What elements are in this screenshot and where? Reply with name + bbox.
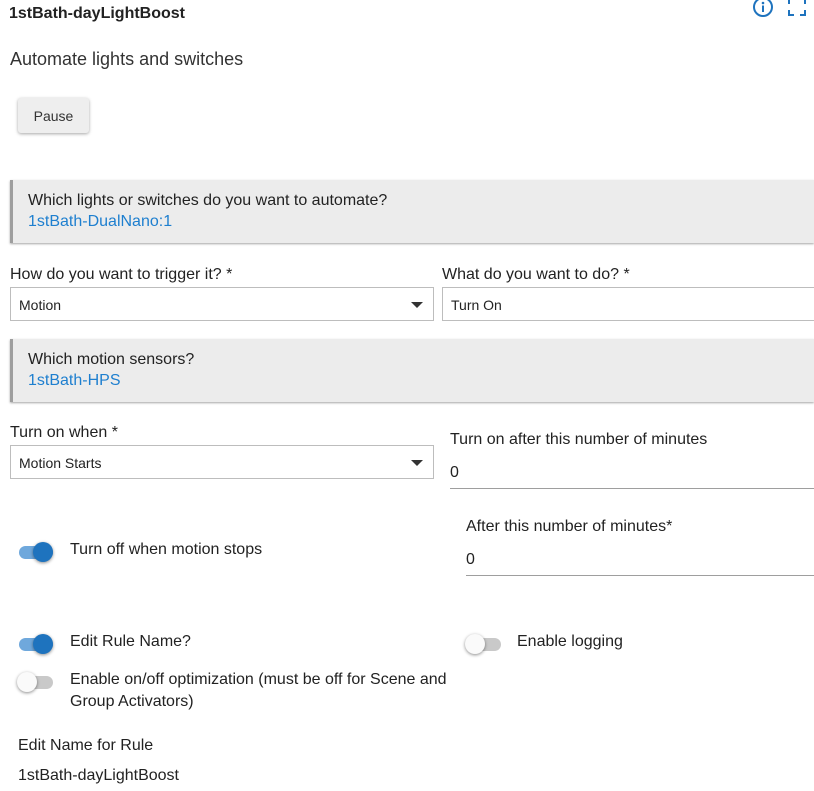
page-title: 1stBath-dayLightBoost [9,5,185,22]
turn-on-when-select[interactable]: Motion Starts [10,445,434,479]
app-page: 1stBath-dayLightBoost Automate lights an… [0,0,814,791]
trigger-label: How do you want to trigger it? * [10,266,233,283]
turn-on-when-label: Turn on when * [10,424,118,441]
pause-button[interactable]: Pause [18,98,89,133]
after-minutes-input[interactable]: 0 [466,545,814,576]
chevron-down-icon [411,302,423,308]
chevron-down-icon [411,460,423,466]
turn-off-when-motion-stops-toggle[interactable] [17,541,55,563]
motion-sensors-panel[interactable]: Which motion sensors? 1stBath-HPS [10,339,814,402]
devices-panel[interactable]: Which lights or switches do you want to … [10,180,814,243]
edit-rule-name-label: Edit Rule Name? [70,633,191,650]
devices-question: Which lights or switches do you want to … [28,192,388,209]
turn-on-when-select-value: Motion Starts [19,455,102,471]
action-label: What do you want to do? * [442,266,630,283]
turn-off-when-motion-stops-label: Turn off when motion stops [70,541,263,558]
enable-optimization-toggle[interactable] [17,671,55,693]
devices-selected-value[interactable]: 1stBath-DualNano:1 [28,213,172,231]
edit-rule-name-toggle[interactable] [17,633,55,655]
toggle-knob [33,634,53,654]
toggle-knob [465,634,485,654]
rule-name-label: Edit Name for Rule [18,737,154,754]
page-subtitle: Automate lights and switches [10,49,244,69]
after-minutes-value: 0 [466,551,475,568]
turn-on-after-value: 0 [450,464,459,481]
action-select-value: Turn On [451,297,502,313]
trigger-select-value: Motion [19,297,62,313]
info-icon[interactable] [752,0,774,18]
motion-sensors-question: Which motion sensors? [28,351,195,368]
after-minutes-label: After this number of minutes* [466,518,673,535]
turn-on-after-input[interactable]: 0 [450,458,814,489]
header-icons [752,0,808,18]
fullscreen-icon[interactable] [786,0,808,18]
enable-logging-toggle[interactable] [465,633,503,655]
enable-optimization-label-line1: Enable on/off optimization (must be off … [70,671,447,688]
motion-sensors-selected-value[interactable]: 1stBath-HPS [28,372,120,390]
rule-name-input[interactable]: 1stBath-dayLightBoost [18,767,179,785]
enable-logging-label: Enable logging [517,633,623,650]
toggle-knob [17,672,37,692]
trigger-select[interactable]: Motion [10,287,434,321]
turn-on-after-label: Turn on after this number of minutes [450,431,708,448]
enable-optimization-label-line2: Group Activators) [70,693,194,710]
toggle-knob [33,542,53,562]
action-select[interactable]: Turn On [442,287,814,321]
